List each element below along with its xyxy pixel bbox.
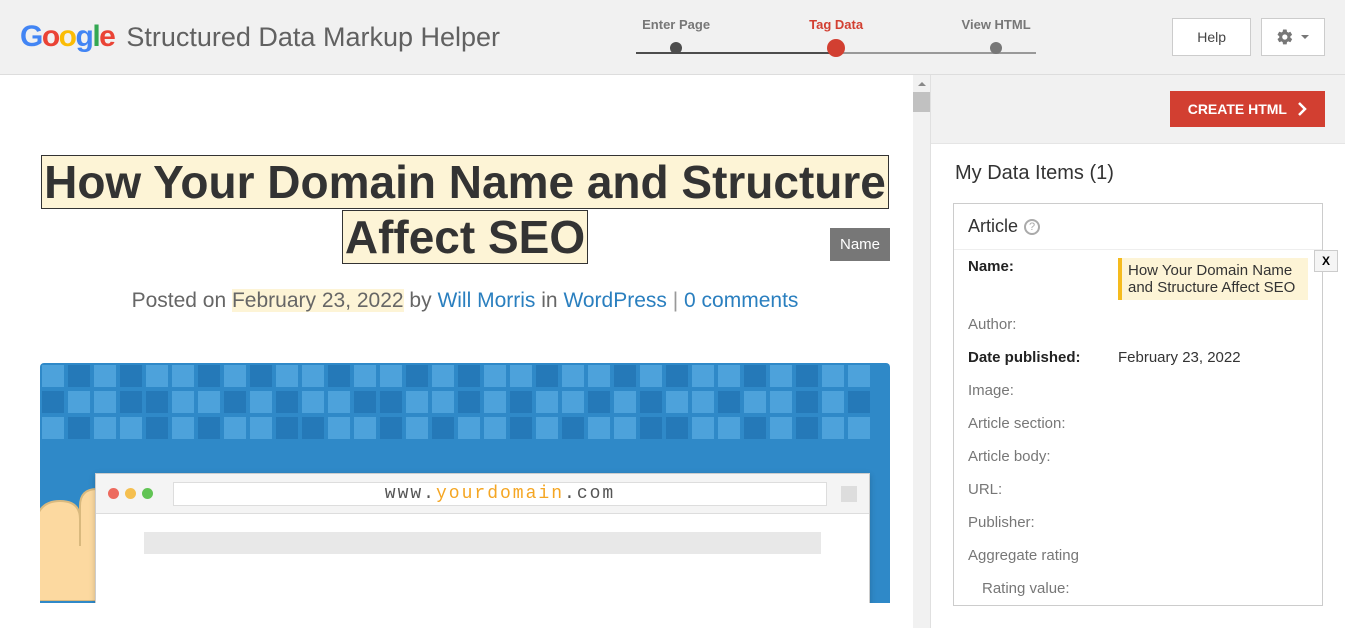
gear-icon: [1276, 28, 1294, 46]
field-label: Image:: [968, 382, 1118, 399]
field-label: Rating value:: [982, 580, 1132, 597]
create-html-label: CREATE HTML: [1188, 101, 1287, 117]
my-data-items-heading: My Data Items (1): [931, 144, 1345, 195]
help-icon[interactable]: ?: [1024, 219, 1040, 235]
remove-field-button[interactable]: X: [1314, 250, 1338, 272]
side-panel-actions: CREATE HTML: [931, 75, 1345, 144]
hero-image[interactable]: www.yourdomain.com: [40, 363, 890, 603]
page-preview-pane[interactable]: Name How Your Domain Name and Structure …: [0, 75, 930, 628]
author-link[interactable]: Will Morris: [437, 289, 535, 312]
field-label: Date published:: [968, 349, 1118, 366]
article-card: Article ? Name: How Your Domain Name and…: [953, 203, 1323, 606]
field-label: Name:: [968, 258, 1118, 275]
browser-mockup: www.yourdomain.com: [95, 473, 870, 603]
step-label: Enter Page: [642, 17, 710, 32]
url-prefix: www.: [385, 484, 436, 504]
create-html-button[interactable]: CREATE HTML: [1170, 91, 1325, 127]
main-content: Name How Your Domain Name and Structure …: [0, 75, 1345, 628]
header-actions: Help: [1172, 18, 1325, 56]
traffic-light-max-icon: [142, 488, 153, 499]
posted-on-prefix: Posted on: [132, 289, 232, 312]
url-suffix: .com: [564, 484, 615, 504]
traffic-light-close-icon: [108, 488, 119, 499]
field-url[interactable]: URL:: [954, 473, 1322, 506]
scroll-thumb[interactable]: [913, 92, 930, 112]
field-label: Author:: [968, 316, 1118, 333]
field-article-section[interactable]: Article section:: [954, 407, 1322, 440]
data-items-panel: CREATE HTML My Data Items (1) Article ? …: [930, 75, 1345, 628]
field-value-text: How Your Domain Name and Structure Affec…: [1128, 262, 1295, 296]
browser-menu-icon: [841, 486, 857, 502]
step-enter-page[interactable]: Enter Page: [626, 17, 726, 57]
comments-link[interactable]: 0 comments: [684, 289, 798, 312]
field-label: Article body:: [968, 448, 1118, 465]
field-image[interactable]: Image:: [954, 374, 1322, 407]
traffic-light-min-icon: [125, 488, 136, 499]
field-name[interactable]: Name: How Your Domain Name and Structure…: [954, 250, 1322, 308]
title-highlight-line1: How Your Domain Name and Structure: [42, 156, 888, 208]
field-label: Aggregate rating: [968, 547, 1118, 564]
field-article-body[interactable]: Article body:: [954, 440, 1322, 473]
title-highlight-line2: Affect SEO: [343, 211, 587, 263]
app-title: Structured Data Markup Helper: [126, 22, 500, 53]
chevron-down-icon: [1300, 32, 1310, 42]
step-view-html[interactable]: View HTML: [946, 17, 1046, 57]
scroll-up-icon[interactable]: [913, 75, 930, 92]
field-value: February 23, 2022: [1118, 349, 1308, 366]
field-publisher[interactable]: Publisher:: [954, 506, 1322, 539]
field-date-published[interactable]: Date published: February 23, 2022: [954, 341, 1322, 374]
by-text: by: [404, 289, 438, 312]
step-dot-icon: [827, 39, 845, 57]
url-domain: yourdomain: [436, 484, 564, 504]
article-meta: Posted on February 23, 2022 by Will Morr…: [40, 289, 890, 313]
field-aggregate-rating[interactable]: Aggregate rating: [954, 539, 1322, 572]
article-date[interactable]: February 23, 2022: [232, 289, 404, 312]
placeholder-bar: [144, 532, 821, 554]
help-button[interactable]: Help: [1172, 18, 1251, 56]
step-dot-icon: [670, 42, 682, 54]
field-author[interactable]: Author:: [954, 308, 1322, 341]
field-rating-value[interactable]: Rating value:: [954, 572, 1322, 605]
field-value-highlight: How Your Domain Name and Structure Affec…: [1118, 258, 1308, 300]
vertical-scrollbar[interactable]: [913, 75, 930, 628]
field-list: Name: How Your Domain Name and Structure…: [954, 250, 1322, 605]
field-label: Publisher:: [968, 514, 1118, 531]
progress-stepper: Enter Page Tag Data View HTML: [500, 0, 1172, 74]
browser-body: [96, 514, 869, 580]
settings-button[interactable]: [1261, 18, 1325, 56]
field-value-wrapper: How Your Domain Name and Structure Affec…: [1118, 258, 1308, 300]
step-tag-data[interactable]: Tag Data: [786, 17, 886, 57]
chevron-right-icon: [1297, 102, 1307, 116]
step-label: View HTML: [962, 17, 1031, 32]
step-dot-icon: [990, 42, 1002, 54]
tag-tooltip: Name: [830, 228, 890, 261]
card-title: Article: [968, 216, 1018, 237]
google-logo: Google: [20, 20, 114, 54]
logo-block: Google Structured Data Markup Helper: [20, 20, 500, 54]
field-label: URL:: [968, 481, 1118, 498]
in-text: in: [535, 289, 563, 312]
article-preview: How Your Domain Name and Structure Affec…: [0, 75, 930, 603]
step-label: Tag Data: [809, 17, 863, 32]
article-title[interactable]: How Your Domain Name and Structure Affec…: [40, 155, 890, 265]
category-link[interactable]: WordPress: [563, 289, 666, 312]
field-label: Article section:: [968, 415, 1118, 432]
meta-separator: |: [667, 289, 684, 312]
card-header: Article ?: [954, 204, 1322, 250]
browser-chrome: www.yourdomain.com: [96, 474, 869, 514]
mock-url-bar: www.yourdomain.com: [173, 482, 827, 506]
app-header: Google Structured Data Markup Helper Ent…: [0, 0, 1345, 75]
pixel-pattern: [40, 363, 890, 441]
